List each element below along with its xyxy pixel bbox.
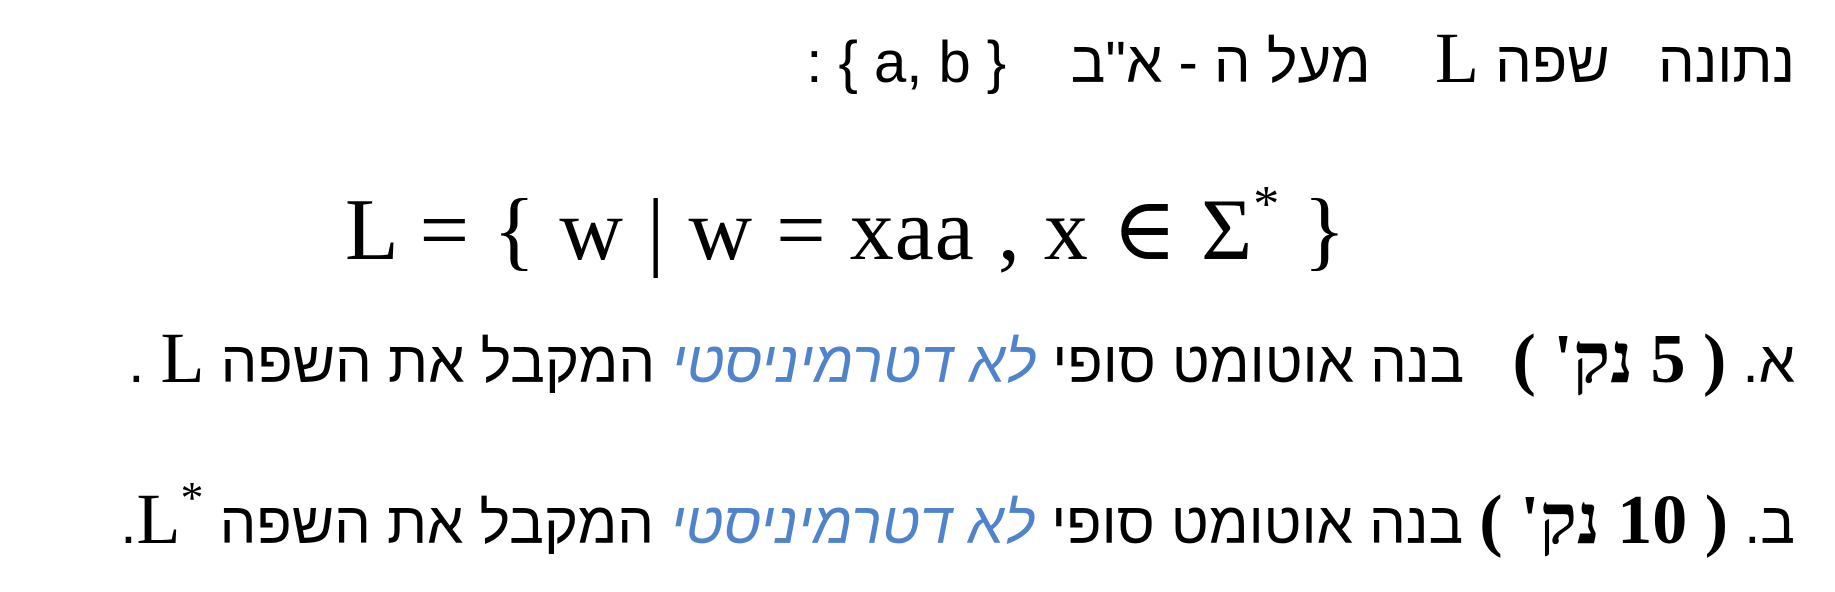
part-b-text-before: בנה אוטומט סופי <box>1051 491 1464 556</box>
part-b-label: ב. <box>1744 491 1795 556</box>
intro-language: שפה <box>1495 30 1610 95</box>
part-a-label: א. <box>1742 330 1795 395</box>
part-a-text-after: המקבל את השפה <box>220 330 656 395</box>
part-a-language-symbol: L <box>160 318 205 398</box>
part-b-lang-letter: L <box>136 479 181 559</box>
part-a-text-before: בנה אוטומט סופי <box>1052 330 1465 395</box>
formula-close-brace: } <box>1280 182 1347 279</box>
part-b-language-symbol: L* <box>137 458 204 559</box>
part-b-points: ( 10 נק' ) <box>1479 482 1729 559</box>
part-b-nondeterministic: לא דטרמיניסטי <box>670 491 1036 556</box>
part-b-text-after: המקבל את השפה <box>219 491 655 556</box>
intro-language-symbol: L <box>1435 18 1479 98</box>
problem-intro: נתונה שפה L מעל ה - א"ב { a, b } : <box>806 18 1795 103</box>
question-part-a: א. ( 5 נק' ) בנה אוטומט סופי לא דטרמיניס… <box>128 318 1795 403</box>
language-definition-formula: L = { w | w = xaa , x ∈ Σ* } <box>345 150 1346 286</box>
part-b-period: . <box>120 491 137 556</box>
intro-colon: : <box>806 30 823 95</box>
part-a-points: ( 5 נק' ) <box>1512 321 1727 398</box>
intro-given: נתונה <box>1657 30 1795 95</box>
part-b-lang-star: * <box>180 472 204 523</box>
intro-over-alphabet: מעל ה - א"ב <box>1070 30 1371 95</box>
part-a-nondeterministic: לא דטרמיניסטי <box>671 330 1037 395</box>
part-a-period: . <box>128 330 145 395</box>
intro-alphabet-set: { a, b } <box>838 30 1007 95</box>
formula-body: L = { w | w = xaa , x ∈ Σ <box>345 182 1254 279</box>
formula-kleene-star: * <box>1253 176 1281 233</box>
question-part-b: ב. ( 10 נק' ) בנה אוטומט סופי לא דטרמיני… <box>120 458 1795 564</box>
